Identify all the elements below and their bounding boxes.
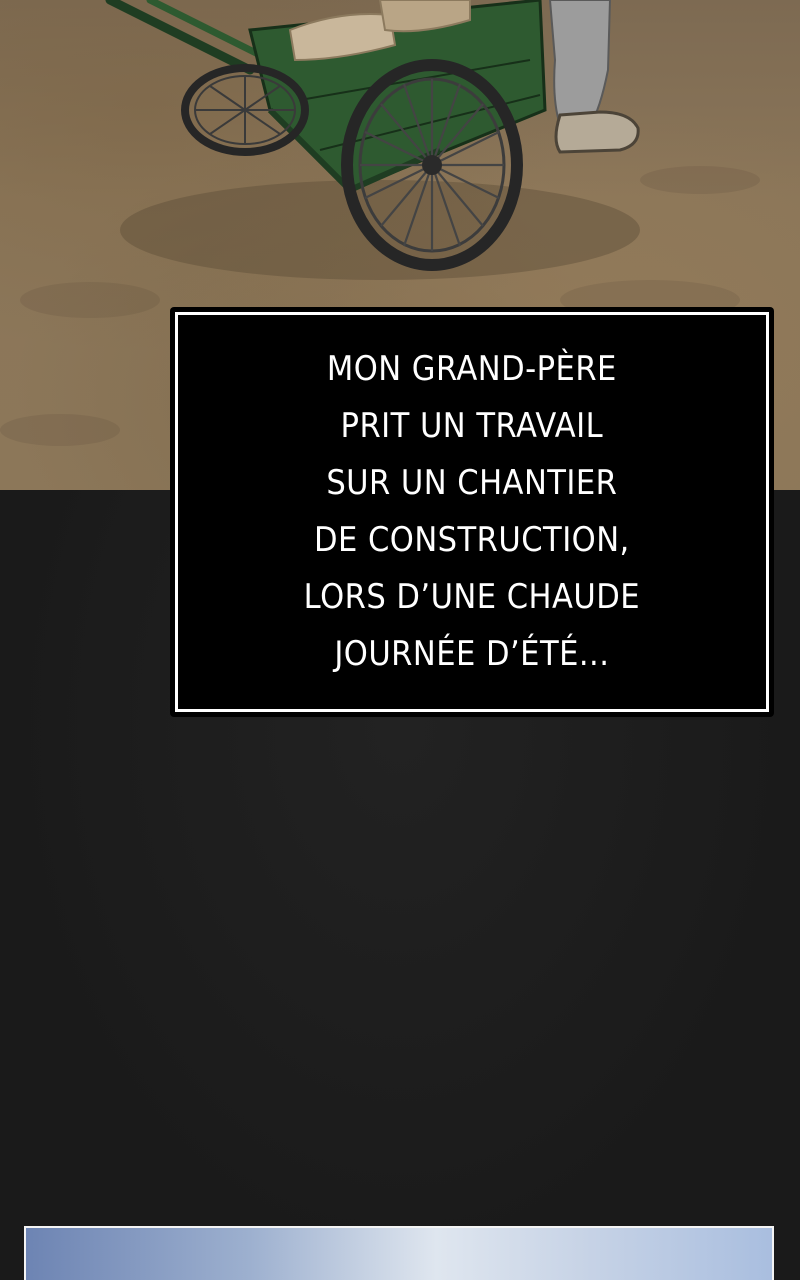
worker-boots [548, 0, 640, 154]
caption-border: MON GRAND-PÈRE PRIT UN TRAVAIL SUR UN CH… [175, 312, 769, 712]
sky-panel [24, 1226, 774, 1280]
narration-caption-box: MON GRAND-PÈRE PRIT UN TRAVAIL SUR UN CH… [170, 307, 774, 717]
caption-line: PRIT UN TRAVAIL [340, 406, 604, 446]
comic-page: MON GRAND-PÈRE PRIT UN TRAVAIL SUR UN CH… [0, 0, 800, 1280]
cart-wheel-left [181, 64, 309, 156]
caption-line: MON GRAND-PÈRE [327, 349, 617, 389]
green-cart [105, 0, 547, 194]
cart-wheel-right [341, 59, 523, 271]
caption-line: DE CONSTRUCTION, [314, 520, 630, 560]
caption-line: JOURNÉE D’ÉTÉ... [334, 634, 610, 674]
caption-line: LORS D’UNE CHAUDE [303, 577, 641, 617]
caption-line: SUR UN CHANTIER [326, 463, 618, 503]
caption-text: MON GRAND-PÈRE PRIT UN TRAVAIL SUR UN CH… [304, 341, 640, 683]
